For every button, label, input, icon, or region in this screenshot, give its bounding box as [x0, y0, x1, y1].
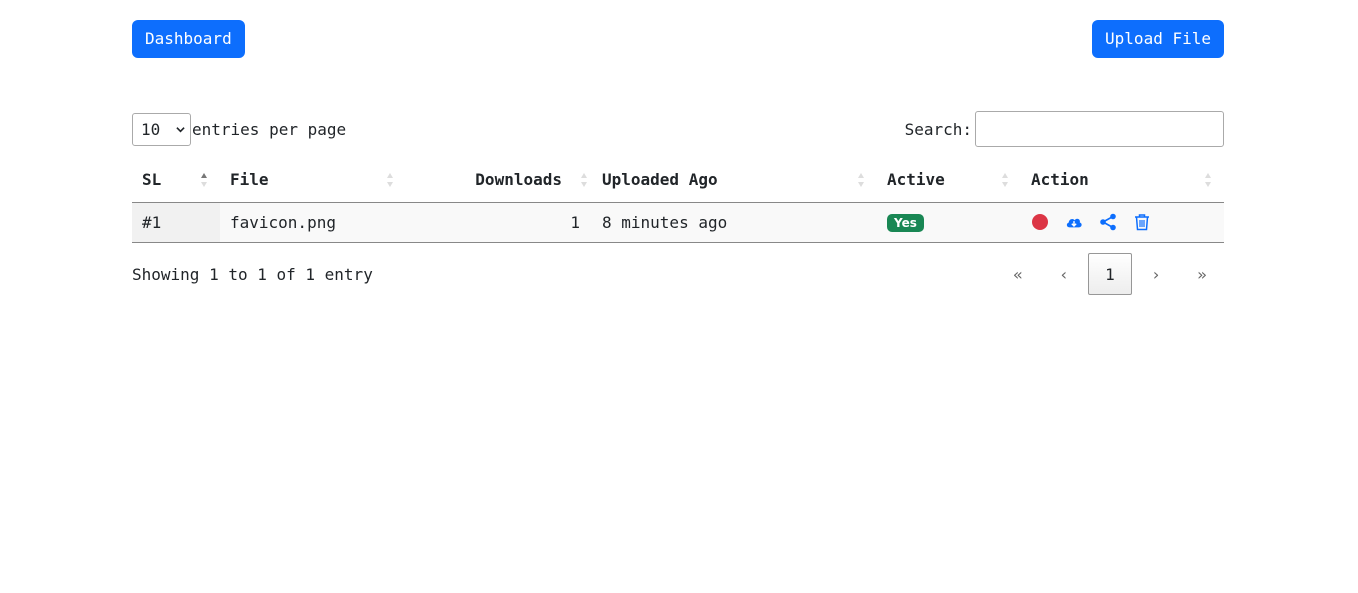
- sort-icon: [858, 173, 864, 187]
- record-icon[interactable]: [1031, 213, 1049, 231]
- status-badge: Yes: [887, 214, 924, 232]
- cell-active: Yes: [877, 202, 1021, 243]
- page-length-label: entries per page: [192, 119, 347, 139]
- sort-icon: [581, 173, 587, 187]
- sort-asc-icon: [201, 173, 207, 187]
- page-length-value: 10: [141, 119, 161, 139]
- column-header-downloads[interactable]: Downloads: [406, 158, 592, 203]
- page-container: Dashboard Upload File 10 entries per pag…: [132, 20, 1224, 295]
- page-length-control: 10 entries per page: [132, 112, 347, 146]
- sort-icon: [1002, 173, 1008, 187]
- sort-icon: [387, 173, 393, 187]
- table-footer: Showing 1 to 1 of 1 entry « ‹ 1 › »: [132, 253, 1224, 295]
- search-label: Search:: [904, 119, 972, 139]
- search-input[interactable]: [975, 111, 1224, 147]
- cell-uploaded-ago: 8 minutes ago: [592, 202, 877, 243]
- chevron-down-icon: [176, 126, 185, 132]
- cell-file: favicon.png: [220, 202, 406, 243]
- pagination: « ‹ 1 › »: [994, 253, 1224, 295]
- top-bar: Dashboard Upload File: [132, 20, 1224, 58]
- table-header-row: SL File Downloads Uploaded Ago Active Ac…: [132, 158, 1224, 203]
- files-table: SL File Downloads Uploaded Ago Active Ac…: [132, 158, 1224, 243]
- column-header-sl[interactable]: SL: [132, 158, 220, 203]
- first-page-button[interactable]: «: [996, 253, 1040, 295]
- column-header-active[interactable]: Active: [877, 158, 1021, 203]
- next-page-button[interactable]: ›: [1134, 253, 1178, 295]
- previous-page-button[interactable]: ‹: [1042, 253, 1086, 295]
- last-page-button[interactable]: »: [1180, 253, 1224, 295]
- upload-file-button[interactable]: Upload File: [1092, 20, 1224, 58]
- column-header-file[interactable]: File: [220, 158, 406, 203]
- trash-icon[interactable]: [1133, 213, 1151, 231]
- page-button-current[interactable]: 1: [1088, 253, 1132, 295]
- cell-sl: #1: [132, 202, 220, 243]
- dashboard-button[interactable]: Dashboard: [132, 20, 245, 58]
- search-control: Search:: [905, 111, 1224, 147]
- page-length-select[interactable]: 10: [132, 112, 191, 146]
- cell-downloads: 1: [406, 202, 592, 243]
- sort-icon: [1205, 173, 1211, 187]
- column-header-action[interactable]: Action: [1021, 158, 1224, 203]
- cloud-download-icon[interactable]: [1065, 213, 1083, 231]
- table-row: #1 favicon.png 1 8 minutes ago Yes: [132, 202, 1224, 243]
- table-controls: 10 entries per page Search:: [132, 111, 1224, 147]
- cell-actions: [1021, 202, 1224, 243]
- share-icon[interactable]: [1099, 213, 1117, 231]
- table-info: Showing 1 to 1 of 1 entry: [132, 264, 373, 284]
- column-header-uploaded-ago[interactable]: Uploaded Ago: [592, 158, 877, 203]
